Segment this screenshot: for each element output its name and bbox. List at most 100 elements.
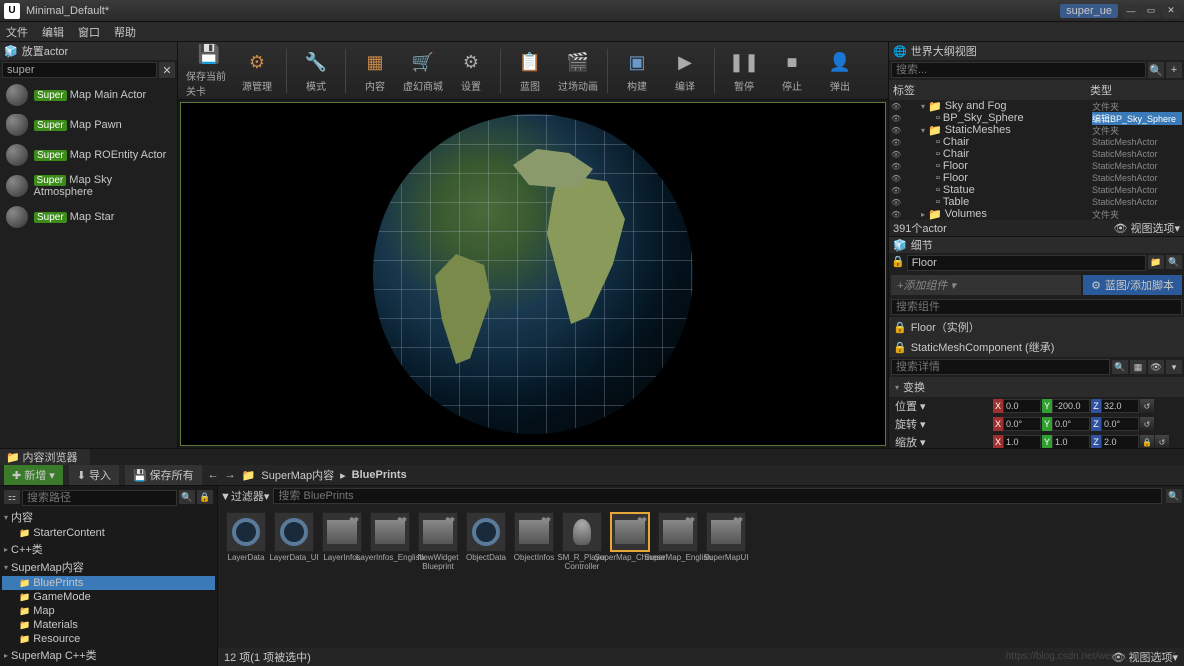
blueprint-button[interactable]: ⚙蓝图/添加脚本 [1083,275,1182,295]
tree-item[interactable]: ▸C++类 [2,540,215,558]
actor-item[interactable]: Super Map ROEntity Actor [0,140,177,170]
root-component[interactable]: 🔒StaticMeshComponent (继承) [889,337,1184,357]
tree-item[interactable]: 📁StarterContent [2,526,215,540]
reset-pos-icon[interactable]: ↺ [1140,399,1154,413]
search-icon[interactable]: 🔍 [1112,360,1128,374]
visibility-icon[interactable]: 👁 [891,162,903,171]
tool-设置[interactable]: ⚙设置 [448,44,494,98]
clear-search-button[interactable]: ✕ [159,62,175,78]
actor-item[interactable]: Super Map Sky Atmosphere [0,170,177,202]
tool-过场动画[interactable]: 🎬过场动画 [555,44,601,98]
asset-item[interactable]: NewWidget Blueprint [416,512,460,572]
outliner-row[interactable]: 👁▫ FloorStaticMeshActor [889,160,1184,172]
browse-button[interactable]: 📁 [1148,255,1164,269]
component-instance[interactable]: 🔒Floor（实例） [889,317,1184,337]
lock-icon[interactable]: 🔒 [891,255,905,271]
outliner-add-button[interactable]: + [1166,62,1182,78]
transform-section[interactable]: ▾变换 [889,377,1184,397]
outliner-row[interactable]: 👁▫ ChairStaticMeshActor [889,136,1184,148]
add-new-button[interactable]: ✚新增▾ [4,465,63,485]
back-icon[interactable]: ← [208,469,219,481]
details-search[interactable] [891,359,1110,375]
visibility-icon[interactable]: 👁 [891,174,903,183]
tree-filter-icon[interactable]: ⚏ [4,490,20,504]
pos-y[interactable] [1052,399,1090,413]
tool-暂停[interactable]: ❚❚暂停 [721,44,767,98]
tool-内容[interactable]: ▦内容 [352,44,398,98]
rot-z[interactable] [1101,417,1139,431]
outliner-tab[interactable]: 🌐世界大纲视图 [889,42,1184,60]
pos-z[interactable] [1101,399,1139,413]
actor-item[interactable]: Super Map Main Actor [0,80,177,110]
rot-y[interactable] [1052,417,1090,431]
visibility-icon[interactable]: 👁 [891,102,903,111]
tree-search[interactable] [22,490,177,506]
visibility-icon[interactable]: 👁 [891,126,903,135]
scale-z[interactable] [1101,435,1139,448]
visibility-icon[interactable]: 👁 [891,210,903,219]
asset-item[interactable]: SuperMapUI [704,512,748,572]
place-actors-search[interactable] [2,62,157,78]
menu-编辑[interactable]: 编辑 [42,24,64,40]
actor-item[interactable]: Super Map Pawn [0,110,177,140]
tree-item[interactable]: 📁Map [2,604,215,618]
import-button[interactable]: ⬇导入 [69,465,119,485]
tool-保存当前关卡[interactable]: 💾保存当前关卡 [186,44,232,98]
maximize-button[interactable]: ▭ [1142,4,1160,18]
tree-item[interactable]: ▾内容 [2,508,215,526]
tree-item[interactable]: ▾SuperMap内容 [2,558,215,576]
outliner-row[interactable]: 👁▫ FloorStaticMeshActor [889,172,1184,184]
tool-模式[interactable]: 🔧模式 [293,44,339,98]
actor-item[interactable]: Super Map Star [0,202,177,232]
asset-item[interactable]: ObjectData [464,512,508,572]
asset-item[interactable]: ObjectInfos [512,512,556,572]
asset-item[interactable]: LayerData_UI [272,512,316,572]
asset-item[interactable]: SuperMap_English [656,512,700,572]
menu-帮助[interactable]: 帮助 [114,24,136,40]
asset-search[interactable] [273,488,1162,504]
tree-search-icon[interactable]: 🔍 [179,490,195,504]
tool-编译[interactable]: ▶编译 [662,44,708,98]
tree-item[interactable]: 📁GameMode [2,590,215,604]
minimize-button[interactable]: — [1122,4,1140,18]
asset-item[interactable]: LayerData [224,512,268,572]
visibility-icon[interactable]: 👁 [891,150,903,159]
breadcrumb[interactable]: 📁SuperMap内容▸BluePrints [242,467,407,483]
visibility-icon[interactable]: 👁 [891,138,903,147]
tree-lock-icon[interactable]: 🔒 [197,490,213,504]
outliner-search-icon[interactable]: 🔍 [1148,62,1164,78]
outliner-row[interactable]: 👁▫ BP_Sky_Sphere编辑BP_Sky_Sphere [889,112,1184,124]
details-tab[interactable]: 🧊细节 [889,237,1184,253]
outliner-row[interactable]: 👁▫ ChairStaticMeshActor [889,148,1184,160]
matrix-icon[interactable]: ▦ [1130,360,1146,374]
outliner-view-options[interactable]: 👁 视图选项▾ [1113,220,1180,236]
tool-构建[interactable]: ▣构建 [614,44,660,98]
rot-x[interactable] [1003,417,1041,431]
visibility-icon[interactable]: 👁 [891,198,903,207]
scale-x[interactable] [1003,435,1041,448]
reset-rot-icon[interactable]: ↺ [1140,417,1154,431]
component-search[interactable] [891,299,1182,315]
outliner-search[interactable] [891,62,1146,78]
forward-icon[interactable]: → [225,469,236,481]
actor-name-field[interactable] [907,255,1146,271]
locate-button[interactable]: 🔍 [1166,255,1182,269]
close-button[interactable]: ✕ [1162,4,1180,18]
outliner-col-type[interactable]: 类型 [1090,82,1180,98]
outliner-row[interactable]: 👁▫ StatueStaticMeshActor [889,184,1184,196]
lock-scale-icon[interactable]: 🔒 [1140,435,1154,448]
outliner-row[interactable]: 👁▸📁 Volumes文件夹 [889,208,1184,220]
eye-icon[interactable]: 👁 [1148,360,1164,374]
visibility-icon[interactable]: 👁 [891,186,903,195]
save-all-button[interactable]: 💾保存所有 [125,465,202,485]
tool-虚幻商城[interactable]: 🛒虚幻商城 [400,44,446,98]
content-browser-tab[interactable]: 📁 内容浏览器 [0,449,90,465]
tree-item[interactable]: ▸SuperMap C++类 [2,646,215,664]
tool-停止[interactable]: ■停止 [769,44,815,98]
viewport[interactable] [180,102,886,446]
outliner-col-label[interactable]: 标签 [893,82,1090,98]
outliner-row[interactable]: 👁▾📁 StaticMeshes文件夹 [889,124,1184,136]
tree-item[interactable]: 📁BluePrints [2,576,215,590]
filter-button[interactable]: ▼过滤器▾ [220,488,269,504]
tree-item[interactable]: 📁Resource [2,632,215,646]
